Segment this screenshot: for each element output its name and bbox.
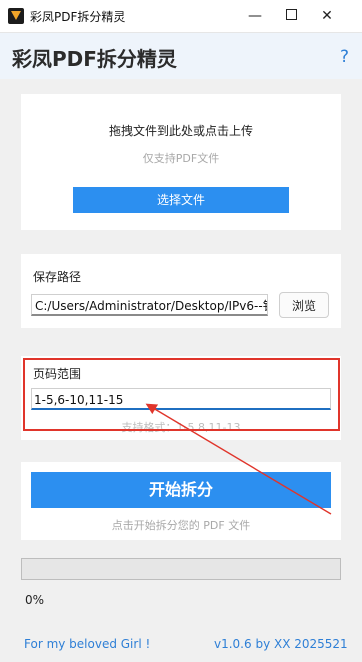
footer-dedication: For my beloved Girl ! <box>24 637 151 651</box>
maximize-icon <box>285 9 297 20</box>
app-title: 彩凤PDF拆分精灵 <box>12 47 177 71</box>
progress-text: 0% <box>25 593 45 607</box>
start-hint: 点击开始拆分您的 PDF 文件 <box>111 519 251 532</box>
annotation-highlight-box <box>23 358 340 431</box>
start-split-button[interactable]: 开始拆分 <box>31 472 331 508</box>
action-section: 开始拆分 点击开始拆分您的 PDF 文件 <box>21 462 341 540</box>
window-titlebar: 彩凤PDF拆分精灵 — ✕ <box>0 0 362 33</box>
app-header: 彩凤PDF拆分精灵 ? <box>0 33 362 79</box>
select-file-button[interactable]: 选择文件 <box>73 187 289 213</box>
save-path-section: 保存路径 C:/Users/Administrator/Desktop/IPv6… <box>21 254 341 328</box>
save-path-label: 保存路径 <box>33 270 82 284</box>
upload-dropzone[interactable]: 拖拽文件到此处或点击上传 仅支持PDF文件 选择文件 <box>21 94 341 230</box>
save-path-input[interactable]: C:/Users/Administrator/Desktop/IPv6--钅 <box>31 294 268 316</box>
minimize-button[interactable]: — <box>240 4 270 28</box>
close-button[interactable]: ✕ <box>312 4 342 28</box>
browse-button[interactable]: 浏览 <box>279 292 329 318</box>
upload-title: 拖拽文件到此处或点击上传 <box>108 124 253 138</box>
window-title: 彩凤PDF拆分精灵 <box>30 10 126 24</box>
upload-hint: 仅支持PDF文件 <box>142 152 220 165</box>
maximize-button[interactable] <box>276 4 306 28</box>
app-logo-icon <box>8 8 24 24</box>
progress-section: 0% <box>21 558 341 614</box>
help-button[interactable]: ? <box>340 47 349 67</box>
footer-version: v1.0.6 by XX 2025521 <box>214 637 348 651</box>
progress-bar <box>21 558 341 580</box>
